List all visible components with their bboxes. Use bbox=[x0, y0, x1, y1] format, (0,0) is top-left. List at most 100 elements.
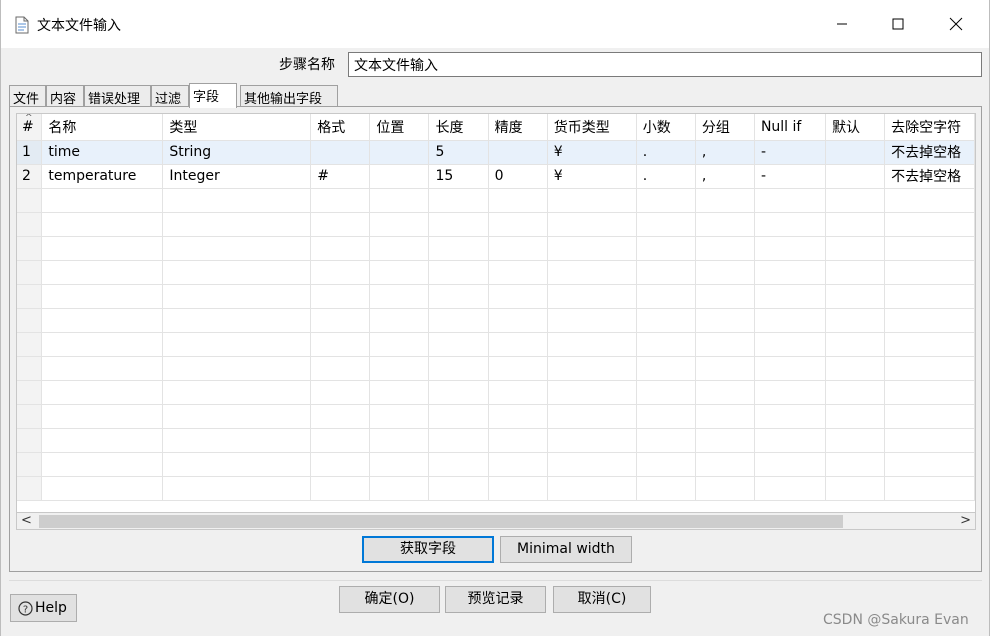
cell-default[interactable] bbox=[825, 428, 886, 453]
column-header-format[interactable]: 格式 bbox=[310, 114, 371, 141]
cell-currency[interactable] bbox=[547, 212, 637, 237]
cell-length[interactable] bbox=[428, 404, 489, 429]
scrollbar-thumb[interactable] bbox=[39, 515, 843, 528]
cell-currency[interactable] bbox=[547, 356, 637, 381]
cell-format[interactable]: # bbox=[310, 164, 371, 189]
cell-length[interactable] bbox=[428, 356, 489, 381]
cell-default[interactable] bbox=[825, 140, 886, 165]
cell-precision[interactable] bbox=[488, 380, 548, 405]
cell-format[interactable] bbox=[310, 404, 371, 429]
cell-name[interactable] bbox=[41, 260, 164, 285]
cell-format[interactable] bbox=[310, 380, 371, 405]
cell-name[interactable]: temperature bbox=[41, 164, 164, 189]
cell-currency[interactable] bbox=[547, 260, 637, 285]
cell-trim-type[interactable] bbox=[884, 260, 975, 285]
cell-trim-type[interactable]: 不去掉空格 bbox=[884, 140, 975, 165]
cell-trim-type[interactable] bbox=[884, 380, 975, 405]
cell-format[interactable] bbox=[310, 212, 371, 237]
scroll-right-icon[interactable]: > bbox=[960, 513, 971, 528]
cell-currency[interactable] bbox=[547, 236, 637, 261]
cell-name[interactable] bbox=[41, 452, 164, 477]
cell-precision[interactable] bbox=[488, 284, 548, 309]
cell-currency[interactable] bbox=[547, 284, 637, 309]
cell-name[interactable] bbox=[41, 428, 164, 453]
cell-format[interactable] bbox=[310, 140, 371, 165]
cell-position[interactable] bbox=[369, 308, 430, 333]
column-header-decimal[interactable]: 小数 bbox=[636, 114, 696, 141]
cell-index[interactable] bbox=[17, 452, 43, 477]
column-header-precision[interactable]: 精度 bbox=[488, 114, 548, 141]
cell-grouping[interactable] bbox=[695, 188, 755, 213]
cell-length[interactable] bbox=[428, 476, 489, 501]
cell-decimal[interactable] bbox=[636, 332, 696, 357]
tab-filter[interactable]: 过滤 bbox=[151, 85, 189, 107]
cell-index[interactable] bbox=[17, 356, 43, 381]
cell-grouping[interactable] bbox=[695, 236, 755, 261]
cell-trim-type[interactable] bbox=[884, 332, 975, 357]
cell-trim-type[interactable] bbox=[884, 308, 975, 333]
ok-button[interactable]: 确定(O) bbox=[339, 586, 440, 613]
cell-format[interactable] bbox=[310, 356, 371, 381]
cell-name[interactable] bbox=[41, 356, 164, 381]
cell-format[interactable] bbox=[310, 284, 371, 309]
cell-precision[interactable] bbox=[488, 236, 548, 261]
cell-precision[interactable] bbox=[488, 140, 548, 165]
cell-precision[interactable] bbox=[488, 332, 548, 357]
cell-position[interactable] bbox=[369, 188, 430, 213]
maximize-button[interactable] bbox=[875, 8, 921, 40]
cell-type[interactable]: Integer bbox=[162, 164, 312, 189]
cell-format[interactable] bbox=[310, 260, 371, 285]
cell-precision[interactable] bbox=[488, 404, 548, 429]
table-row[interactable] bbox=[17, 236, 975, 261]
cell-index[interactable] bbox=[17, 284, 43, 309]
cell-currency[interactable]: ¥ bbox=[547, 164, 637, 189]
cell-format[interactable] bbox=[310, 308, 371, 333]
cell-grouping[interactable] bbox=[695, 380, 755, 405]
cell-position[interactable] bbox=[369, 284, 430, 309]
cell-format[interactable] bbox=[310, 452, 371, 477]
cell-type[interactable] bbox=[162, 212, 312, 237]
column-header-trim-type[interactable]: 去除空字符 bbox=[884, 114, 975, 141]
tab-content[interactable]: 内容 bbox=[46, 85, 84, 107]
column-header-type[interactable]: 类型 bbox=[162, 114, 312, 141]
cell-type[interactable] bbox=[162, 260, 312, 285]
cell-position[interactable] bbox=[369, 356, 430, 381]
cell-index[interactable] bbox=[17, 212, 43, 237]
tab-file[interactable]: 文件 bbox=[9, 85, 46, 107]
column-header-grouping[interactable]: 分组 bbox=[695, 114, 755, 141]
cell-length[interactable] bbox=[428, 284, 489, 309]
cell-default[interactable] bbox=[825, 284, 886, 309]
cell-position[interactable] bbox=[369, 452, 430, 477]
cell-default[interactable] bbox=[825, 188, 886, 213]
cell-length[interactable] bbox=[428, 188, 489, 213]
scroll-left-icon[interactable]: < bbox=[21, 513, 32, 528]
table-row[interactable] bbox=[17, 332, 975, 357]
table-row[interactable] bbox=[17, 260, 975, 285]
cell-length[interactable]: 15 bbox=[428, 164, 489, 189]
cell-grouping[interactable] bbox=[695, 452, 755, 477]
cell-length[interactable] bbox=[428, 428, 489, 453]
cell-decimal[interactable] bbox=[636, 284, 696, 309]
cell-name[interactable] bbox=[41, 308, 164, 333]
cell-null-if[interactable] bbox=[754, 236, 827, 261]
cell-precision[interactable] bbox=[488, 260, 548, 285]
close-button[interactable] bbox=[933, 8, 979, 40]
cell-default[interactable] bbox=[825, 380, 886, 405]
cell-decimal[interactable]: . bbox=[636, 140, 696, 165]
cell-trim-type[interactable] bbox=[884, 188, 975, 213]
cell-precision[interactable] bbox=[488, 212, 548, 237]
cell-default[interactable] bbox=[825, 260, 886, 285]
table-row[interactable]: 1 time String 5 ¥., - 不去掉空格 bbox=[17, 140, 975, 165]
cell-decimal[interactable] bbox=[636, 308, 696, 333]
tab-other-output-fields[interactable]: 其他输出字段 bbox=[240, 85, 338, 107]
cell-name[interactable] bbox=[41, 212, 164, 237]
cell-position[interactable] bbox=[369, 404, 430, 429]
cell-type[interactable] bbox=[162, 356, 312, 381]
cell-format[interactable] bbox=[310, 332, 371, 357]
cell-grouping[interactable] bbox=[695, 212, 755, 237]
cell-null-if[interactable] bbox=[754, 260, 827, 285]
cell-decimal[interactable] bbox=[636, 188, 696, 213]
cell-position[interactable] bbox=[369, 476, 430, 501]
cell-type[interactable] bbox=[162, 476, 312, 501]
get-fields-button[interactable]: 获取字段 bbox=[362, 536, 494, 563]
